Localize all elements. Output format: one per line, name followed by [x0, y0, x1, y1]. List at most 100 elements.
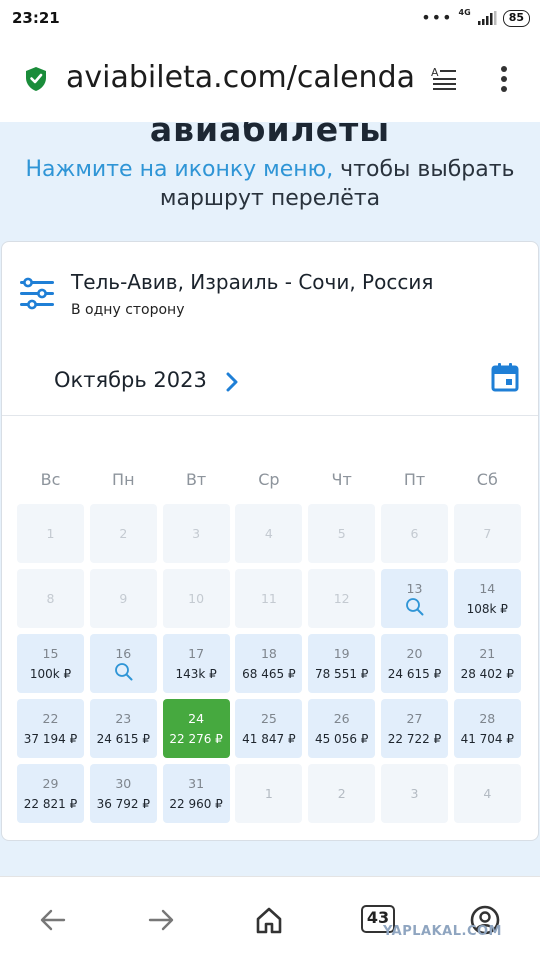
calendar-day[interactable]: 19 78 551 ₽ — [308, 634, 376, 693]
calendar-day[interactable]: 31 22 960 ₽ — [162, 764, 230, 823]
calendar-day: 10 — [162, 569, 230, 628]
day-price: 36 792 ₽ — [96, 797, 151, 811]
day-number: 2 — [337, 786, 346, 801]
calendar-icon[interactable] — [491, 362, 519, 392]
calendar-day: 4 — [235, 504, 303, 563]
day-number: 14 — [479, 581, 496, 596]
day-price: 68 465 ₽ — [242, 667, 296, 681]
calendar-day[interactable]: 26 45 056 ₽ — [308, 699, 376, 758]
calendar-day[interactable]: 30 36 792 ₽ — [89, 764, 157, 823]
home-icon[interactable] — [254, 905, 284, 935]
more-options-icon[interactable] — [492, 64, 516, 94]
day-number: 4 — [264, 526, 273, 541]
day-number: 18 — [260, 646, 277, 661]
day-number: 13 — [406, 581, 423, 596]
day-number: 6 — [410, 526, 419, 541]
day-number: 17 — [188, 646, 205, 661]
day-price: 24 615 ₽ — [96, 732, 151, 746]
calendar-day: 9 — [89, 569, 157, 628]
day-number: 9 — [119, 591, 128, 606]
calendar-day-selected[interactable]: 24 22 276 ₽ — [162, 699, 230, 758]
divider — [2, 415, 538, 416]
calendar-day: 2 — [308, 764, 376, 823]
reader-mode-icon[interactable]: A — [430, 64, 458, 92]
day-number: 27 — [406, 711, 423, 726]
weekday-label: Сб — [476, 470, 498, 489]
calendar-day[interactable]: 20 24 615 ₽ — [381, 634, 448, 693]
calendar-day[interactable]: 21 28 402 ₽ — [453, 634, 521, 693]
day-price: 24 615 ₽ — [387, 667, 442, 681]
address-bar[interactable]: aviabileta.com/calendar — [66, 60, 414, 95]
svg-text:A: A — [431, 66, 439, 79]
filter-sliders-icon[interactable] — [18, 275, 56, 313]
back-arrow-icon[interactable] — [38, 905, 68, 935]
day-price: 143k ₽ — [175, 667, 217, 681]
search-icon — [114, 663, 133, 681]
calendar-day[interactable]: 23 24 615 ₽ — [89, 699, 157, 758]
route-title[interactable]: Тель-Авив, Израиль - Сочи, Россия — [71, 270, 433, 294]
page-heading: авиабилеты — [149, 122, 391, 149]
calendar-grid: 1 2 3 4 5 6 7 8 9 10 11 12 13 14 108k ₽15 100k ₽16 17 143… — [17, 504, 525, 834]
day-price: 100k ₽ — [29, 667, 72, 681]
calendar-day[interactable]: 15 100k ₽ — [17, 634, 84, 693]
day-price: 28 402 ₽ — [460, 667, 515, 681]
calendar-day[interactable]: 13 — [381, 569, 448, 628]
day-number: 26 — [333, 711, 350, 726]
menu-hint-link[interactable]: Нажмите на иконку меню, — [25, 157, 333, 182]
calendar-day: 3 — [381, 764, 448, 823]
day-number: 25 — [260, 711, 277, 726]
secure-shield-icon[interactable] — [24, 66, 48, 92]
day-number: 12 — [333, 591, 350, 606]
day-number: 1 — [46, 526, 55, 541]
day-number: 22 — [42, 711, 59, 726]
weekday-label: Вт — [185, 470, 207, 489]
day-number: 11 — [260, 591, 277, 606]
calendar-day[interactable]: 27 22 722 ₽ — [381, 699, 448, 758]
calendar-day[interactable]: 14 108k ₽ — [453, 569, 521, 628]
calendar-day: 1 — [17, 504, 84, 563]
weekday-label: Пт — [403, 470, 426, 489]
day-number: 3 — [410, 786, 419, 801]
calendar-day: 4 — [453, 764, 521, 823]
calendar-day[interactable]: 17 143k ₽ — [162, 634, 230, 693]
battery-indicator: 85 — [502, 9, 530, 27]
day-number: 3 — [192, 526, 201, 541]
chevron-right-icon[interactable] — [222, 369, 242, 395]
day-number: 23 — [115, 711, 132, 726]
day-number: 24 — [188, 711, 205, 726]
calendar-day: 8 — [17, 569, 84, 628]
calendar-day: 5 — [308, 504, 376, 563]
calendar-day[interactable]: 18 68 465 ₽ — [235, 634, 303, 693]
forward-arrow-icon[interactable] — [146, 905, 176, 935]
day-number: 29 — [42, 776, 59, 791]
calendar-day[interactable]: 16 — [89, 634, 157, 693]
day-price: 22 821 ₽ — [23, 797, 78, 811]
day-price: 78 551 ₽ — [314, 667, 369, 681]
status-time: 23:21 — [12, 9, 60, 27]
signal-icon — [477, 11, 497, 25]
page-content: авиабилеты Нажмите на иконку меню, чтобы… — [0, 122, 540, 876]
day-number: 15 — [42, 646, 59, 661]
weekday-label: Вс — [40, 470, 61, 489]
calendar-day[interactable]: 22 37 194 ₽ — [17, 699, 84, 758]
day-price: 41 847 ₽ — [242, 732, 296, 746]
day-number: 2 — [119, 526, 128, 541]
day-price: 22 276 ₽ — [169, 732, 223, 746]
calendar-day: 3 — [162, 504, 230, 563]
day-number: 10 — [188, 591, 205, 606]
day-number: 8 — [46, 591, 55, 606]
menu-hint: Нажмите на иконку меню, чтобы выбрать ма… — [20, 155, 520, 213]
day-number: 16 — [115, 646, 132, 661]
day-price: 22 722 ₽ — [387, 732, 442, 746]
day-price: 22 960 ₽ — [169, 797, 223, 811]
watermark: YAPLAKAL.COM — [383, 924, 502, 939]
day-number: 1 — [264, 786, 273, 801]
weekday-label: Чт — [331, 470, 352, 489]
calendar-day[interactable]: 25 41 847 ₽ — [235, 699, 303, 758]
day-number: 19 — [333, 646, 350, 661]
browser-bottom-nav: 43 YAPLAKAL.COM — [0, 876, 540, 960]
notification-dots: ••• — [421, 8, 453, 27]
calendar-day[interactable]: 28 41 704 ₽ — [453, 699, 521, 758]
calendar-day[interactable]: 29 22 821 ₽ — [17, 764, 84, 823]
day-price: 45 056 ₽ — [314, 732, 369, 746]
